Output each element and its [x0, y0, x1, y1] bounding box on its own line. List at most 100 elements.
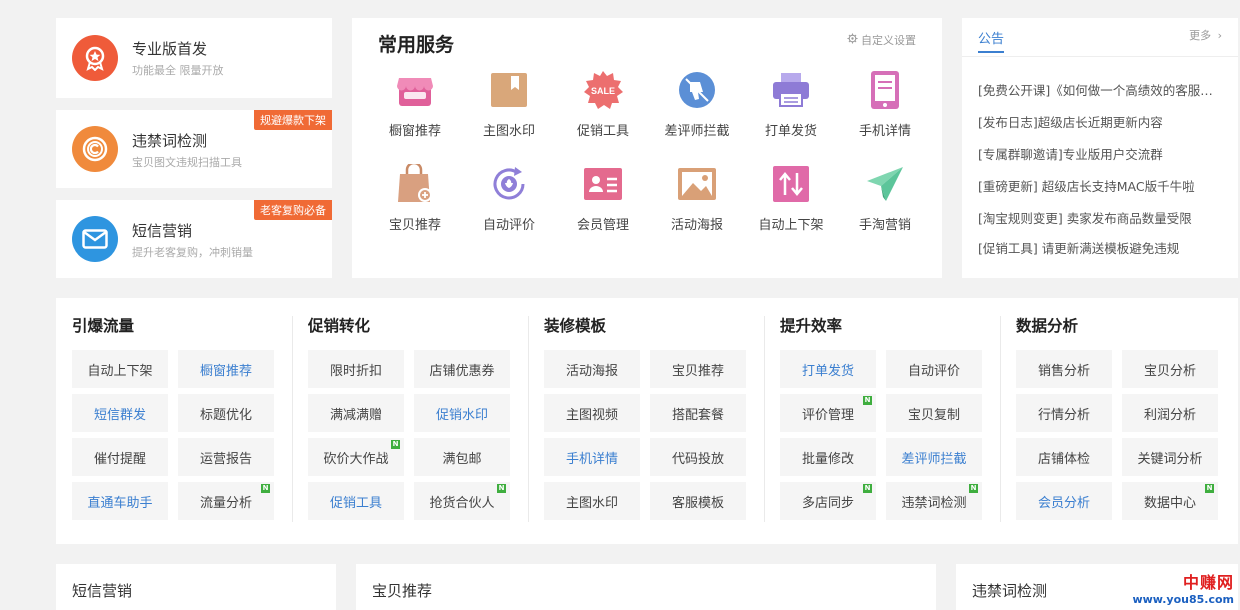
notice-tab[interactable]: 公告 [978, 28, 1005, 53]
tool-button[interactable]: 店铺优惠券 [414, 350, 510, 388]
tool-button-label: 差评师拦截 [901, 451, 967, 467]
tool-button[interactable]: 活动海报 [544, 350, 640, 388]
tool-button-label: 店铺优惠券 [429, 363, 495, 379]
tool-button-label: 短信群发 [93, 407, 146, 423]
feature-card-pro[interactable]: 专业版首发 功能最全 限量开放 [56, 18, 332, 98]
new-badge-icon: N [261, 484, 270, 493]
tool-button[interactable]: 搭配套餐 [650, 394, 746, 432]
tool-button-label: 促销工具 [329, 495, 382, 511]
ribbon-badge: 规避爆款下架 [254, 110, 332, 130]
tool-button[interactable]: 代码投放 [650, 438, 746, 476]
tool-button[interactable]: 流量分析 N [178, 482, 274, 520]
tool-button[interactable]: 催付提醒 [72, 438, 168, 476]
tool-button[interactable]: 差评师拦截 [886, 438, 982, 476]
thumbs-down-icon [677, 70, 717, 110]
tool-button-label: 搭配套餐 [671, 407, 724, 423]
service-label: 橱窗推荐 [388, 124, 441, 139]
tool-button[interactable]: 自动上下架 [72, 350, 168, 388]
tool-button[interactable]: 会员分析 [1016, 482, 1112, 520]
service-member-management[interactable]: 会员管理 [556, 164, 650, 233]
service-bad-review-block[interactable]: 差评师拦截 [650, 70, 744, 139]
tool-button-label: 批量修改 [801, 451, 854, 467]
common-services-panel: 常用服务 自定义设置 橱窗推荐 主图水印 SALE 促销工具 差评师拦截 打单发… [352, 18, 942, 278]
customize-settings-label: 自定义设置 [861, 34, 916, 47]
storefront-icon [395, 70, 435, 110]
service-auto-review[interactable]: 自动评价 [462, 164, 556, 233]
tool-button-label: 行情分析 [1037, 407, 1090, 423]
service-auto-list[interactable]: 自动上下架 [744, 164, 838, 233]
tool-button[interactable]: 促销工具 [308, 482, 404, 520]
service-window-recommend[interactable]: 橱窗推荐 [368, 70, 462, 139]
tool-button[interactable]: 宝贝分析 [1122, 350, 1218, 388]
column-divider [292, 316, 293, 522]
tool-button[interactable]: 限时折扣 [308, 350, 404, 388]
more-link[interactable]: 更多 › [1189, 27, 1222, 43]
notice-item[interactable]: [专属群聊邀请]专业版用户交流群 [978, 144, 1224, 163]
services-title: 常用服务 [378, 34, 455, 56]
tool-button[interactable]: 砍价大作战 N [308, 438, 404, 476]
service-item-recommend[interactable]: 宝贝推荐 [368, 164, 462, 233]
tool-button[interactable]: 自动评价 [886, 350, 982, 388]
tool-button-label: 橱窗推荐 [199, 363, 252, 379]
tool-button[interactable]: 短信群发 [72, 394, 168, 432]
tool-button[interactable]: 抢货合伙人 N [414, 482, 510, 520]
tool-button[interactable]: 利润分析 [1122, 394, 1218, 432]
tool-button-label: 直通车助手 [87, 495, 153, 511]
tool-button[interactable]: 店铺体检 [1016, 438, 1112, 476]
svg-text:SALE: SALE [591, 86, 615, 96]
notice-item[interactable]: [淘宝规则变更] 卖家发布商品数量受限 [978, 208, 1224, 227]
category-title: 提升效率 [780, 317, 843, 335]
tool-button[interactable]: 评价管理 N [780, 394, 876, 432]
tool-button[interactable]: 行情分析 [1016, 394, 1112, 432]
tool-button[interactable]: 手机详情 [544, 438, 640, 476]
tool-button[interactable]: 宝贝推荐 [650, 350, 746, 388]
tool-button[interactable]: 运营报告 [178, 438, 274, 476]
service-activity-poster[interactable]: 活动海报 [650, 164, 744, 233]
service-label: 打单发货 [764, 124, 817, 139]
new-badge-icon: N [969, 484, 978, 493]
sms-marketing-card[interactable]: 短信营销 [56, 564, 336, 610]
refresh-flower-icon [489, 164, 529, 204]
notice-item[interactable]: [促销工具] 请更新满送模板避免违规 [978, 238, 1224, 257]
tool-button[interactable]: 批量修改 [780, 438, 876, 476]
service-print-ship[interactable]: 打单发货 [744, 70, 838, 139]
service-main-watermark[interactable]: 主图水印 [462, 70, 556, 139]
tool-button[interactable]: 主图水印 [544, 482, 640, 520]
service-promo-tools[interactable]: SALE 促销工具 [556, 70, 650, 139]
feature-card-forbidden-words[interactable]: 规避爆款下架 违禁词检测 宝贝图文违规扫描工具 [56, 110, 332, 188]
tool-button[interactable]: 主图视频 [544, 394, 640, 432]
notice-item[interactable]: [发布日志]超级店长近期更新内容 [978, 112, 1224, 131]
tool-button[interactable]: 数据中心 N [1122, 482, 1218, 520]
tool-button[interactable]: 打单发货 [780, 350, 876, 388]
feature-subtitle: 提升老客复购，冲刺销量 [132, 246, 253, 259]
chevron-right-icon: › [1217, 29, 1222, 42]
tool-button[interactable]: 违禁词检测 N [886, 482, 982, 520]
tool-button[interactable]: 直通车助手 [72, 482, 168, 520]
divider [962, 56, 1238, 57]
tool-button[interactable]: 客服模板 [650, 482, 746, 520]
tool-button-label: 销售分析 [1037, 363, 1090, 379]
notice-item[interactable]: [免费公开课]《如何做一个高绩效的客服团队》 [978, 80, 1224, 99]
tool-button[interactable]: 满包邮 [414, 438, 510, 476]
service-label: 手淘营销 [858, 218, 911, 233]
notice-item[interactable]: [重磅更新] 超级店长支持MAC版千牛啦 [978, 176, 1224, 195]
feature-card-sms[interactable]: 老客复购必备 短信营销 提升老客复购，冲刺销量 [56, 200, 332, 278]
tool-button[interactable]: 橱窗推荐 [178, 350, 274, 388]
feature-title: 短信营销 [132, 222, 193, 240]
tool-button[interactable]: 标题优化 [178, 394, 274, 432]
customize-settings-link[interactable]: 自定义设置 [847, 32, 916, 48]
tool-button[interactable]: 销售分析 [1016, 350, 1112, 388]
service-mobile-detail[interactable]: 手机详情 [838, 70, 932, 139]
service-mobile-marketing[interactable]: 手淘营销 [838, 164, 932, 233]
tool-button[interactable]: 多店同步 N [780, 482, 876, 520]
tool-button-label: 会员分析 [1037, 495, 1090, 511]
tool-button[interactable]: 促销水印 [414, 394, 510, 432]
tool-button[interactable]: 满减满赠 [308, 394, 404, 432]
tool-button-label: 自动上下架 [87, 363, 153, 379]
item-recommend-card[interactable]: 宝贝推荐 [356, 564, 936, 610]
ribbon-badge: 老客复购必备 [254, 200, 332, 220]
service-label: 主图水印 [482, 124, 535, 139]
category-title: 引爆流量 [72, 317, 135, 335]
tool-button[interactable]: 关键词分析 [1122, 438, 1218, 476]
tool-button[interactable]: 宝贝复制 [886, 394, 982, 432]
